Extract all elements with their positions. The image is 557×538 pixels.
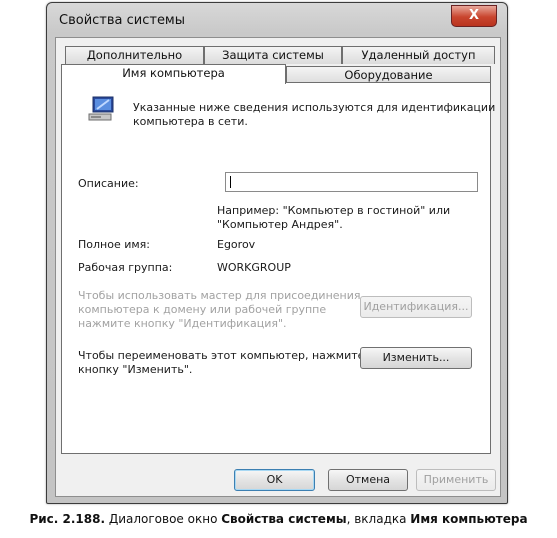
workgroup-label: Рабочая группа:: [78, 261, 173, 274]
example-text-line2: "Компьютер Андрея".: [217, 218, 343, 231]
apply-button[interactable]: Применить: [416, 469, 496, 491]
caption-bold1: Свойства системы: [221, 512, 347, 526]
wizard-text-line1: Чтобы использовать мастер для присоедине…: [78, 289, 361, 302]
caption-prefix: Рис. 2.188.: [29, 512, 106, 526]
info-text-line1: Указанные ниже сведения используются для…: [133, 101, 496, 114]
ok-button[interactable]: OK: [234, 469, 315, 491]
description-label: Описание:: [78, 177, 139, 190]
computer-name-panel: Указанные ниже сведения используются для…: [61, 82, 495, 454]
caption-text1: Диалоговое окно: [105, 512, 222, 526]
computer-icon: [88, 96, 114, 121]
fullname-value: Egorov: [217, 238, 256, 251]
change-button[interactable]: Изменить...: [360, 347, 472, 369]
rename-text-line1: Чтобы переименовать этот компьютер, нажм…: [78, 349, 365, 362]
close-icon: X: [468, 8, 480, 23]
tab-remote-access[interactable]: Удаленный доступ: [342, 46, 495, 64]
dialog-client-area: Дополнительно Защита системы Удаленный д…: [55, 37, 501, 497]
workgroup-value: WORKGROUP: [217, 261, 291, 274]
tab-system-protection[interactable]: Защита системы: [204, 46, 342, 64]
system-properties-dialog: Свойства системы X Дополнительно Защита …: [46, 2, 508, 504]
cancel-button[interactable]: Отмена: [328, 469, 408, 491]
tab-computer-name[interactable]: Имя компьютера: [61, 64, 286, 84]
window-title: Свойства системы: [59, 13, 186, 28]
wizard-text-line3: нажмите кнопку "Идентификация".: [78, 317, 287, 330]
info-text-line2: компьютера в сети.: [133, 115, 248, 128]
wizard-text-line2: компьютера к домену или рабочей группе: [78, 303, 327, 316]
figure-caption: Рис. 2.188. Диалоговое окно Свойства сис…: [0, 512, 557, 526]
rename-text-line2: кнопку "Изменить".: [78, 363, 193, 376]
tab-advanced[interactable]: Дополнительно: [65, 46, 204, 64]
description-input[interactable]: [225, 172, 478, 192]
fullname-label: Полное имя:: [78, 238, 150, 251]
identify-button[interactable]: Идентификация...: [360, 296, 472, 318]
text-caret: [230, 176, 231, 188]
caption-text2: , вкладка: [346, 512, 411, 526]
caption-bold2: Имя компьютера: [410, 512, 528, 526]
example-text-line1: Например: "Компьютер в гостиной" или: [217, 204, 451, 217]
close-button[interactable]: X: [451, 5, 497, 27]
